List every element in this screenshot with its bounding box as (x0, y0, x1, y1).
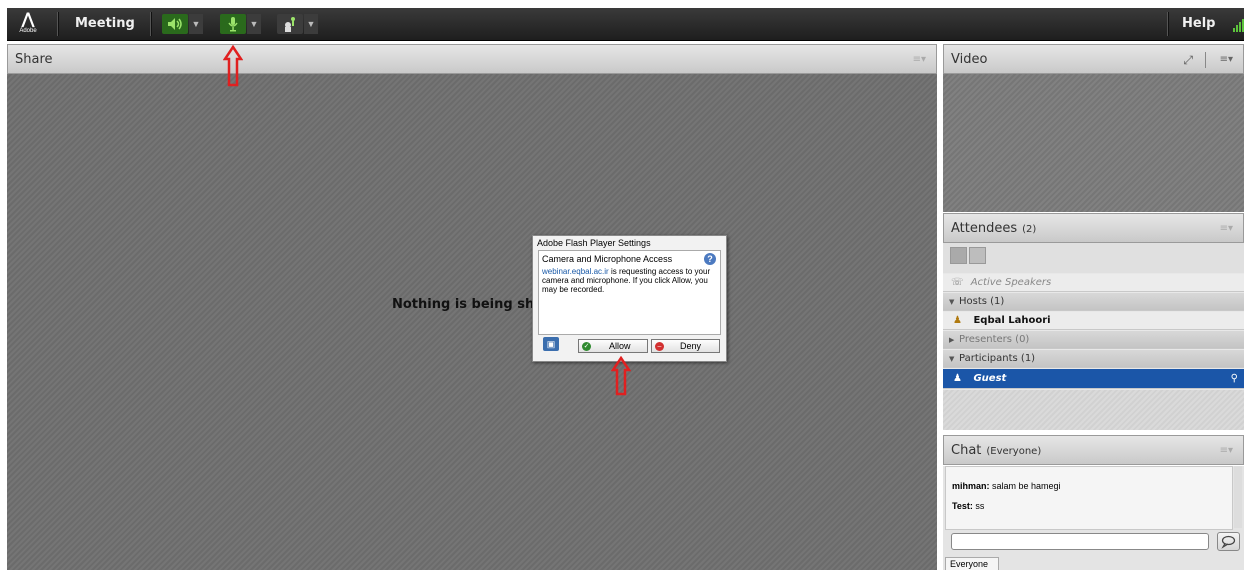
menubar: ⋀ Adobe Meeting ▼ ▼ ▼ Help (7, 8, 1244, 41)
checkmark-icon: ✓ (582, 341, 591, 351)
chat-text: salam be hamegi (989, 481, 1061, 491)
allow-button[interactable]: ✓ Allow (578, 339, 648, 353)
raise-hand-button[interactable] (277, 14, 303, 34)
flash-dialog-content: Camera and Microphone Access ? webinar.e… (538, 250, 721, 335)
attendees-count: (2) (1022, 224, 1037, 235)
adobe-logo: ⋀ Adobe (14, 9, 42, 39)
presenters-group-header[interactable]: ▶ Presenters (0) (943, 331, 1244, 349)
chat-pod-header: Chat (Everyone) ≡▾ (943, 435, 1244, 465)
flash-dialog-message: webinar.eqbal.ac.ir is requesting access… (542, 267, 718, 294)
share-empty-message: Nothing is being sha (392, 297, 543, 312)
share-pod-title: Share (15, 52, 53, 67)
deny-button-label: Deny (680, 341, 702, 351)
video-pod-header: Video ⤢ ≡▾ (943, 44, 1244, 74)
microphone-icon: ⚲ (1230, 373, 1238, 384)
flash-settings-dialog: Adobe Flash Player Settings Camera and M… (532, 235, 727, 362)
share-pod-menu-icon[interactable]: ≡▾ (913, 45, 926, 75)
video-pod-body (943, 74, 1244, 212)
active-speakers-row: ☏ Active Speakers (943, 274, 1244, 292)
header-divider (1205, 52, 1206, 68)
attendee-row-selected[interactable]: ♟ Guest ⚲ (943, 369, 1244, 389)
chat-pod-body: mihman: salam be hamegi Test: ss Everyon… (943, 466, 1244, 570)
allow-button-label: Allow (609, 341, 631, 351)
attendees-pod-body: ☏ Active Speakers ▼ Hosts (1) ♟ Eqbal Lah… (943, 243, 1244, 430)
connection-signal-icon (1233, 19, 1244, 32)
presenters-group-label: Presenters (0) (959, 334, 1030, 345)
flash-settings-icon[interactable]: ▣ (543, 337, 559, 351)
chat-tab-everyone[interactable]: Everyone (945, 557, 999, 570)
attendees-pod-header: Attendees (2) ≡▾ (943, 213, 1244, 243)
expanded-triangle-icon: ▼ (949, 298, 955, 306)
attendees-toolbar (943, 243, 1244, 273)
help-menu[interactable]: Help (1182, 8, 1215, 40)
active-speakers-label: Active Speakers (970, 277, 1052, 288)
microphone-dropdown-chevron-icon[interactable]: ▼ (247, 14, 261, 34)
chat-message-list: mihman: salam be hamegi Test: ss (945, 466, 1233, 530)
chat-message: mihman: salam be hamegi (952, 481, 1061, 491)
speaker-icon (168, 18, 182, 30)
chat-pod-title: Chat (951, 443, 982, 458)
host-name: Eqbal Lahoori (973, 315, 1051, 326)
microphone-toggle-button[interactable] (220, 14, 246, 34)
status-dropdown-chevron-icon[interactable]: ▼ (304, 14, 318, 34)
chat-sender: Test: (952, 501, 973, 511)
video-pod-menu-icon[interactable]: ≡▾ (1220, 45, 1233, 75)
menubar-divider (150, 12, 152, 36)
attendees-empty-area (943, 390, 1244, 430)
meeting-menu[interactable]: Meeting (75, 8, 135, 40)
adobe-logo-text: Adobe (19, 28, 37, 34)
chat-sender: mihman: (952, 481, 990, 491)
speaker-dropdown-chevron-icon[interactable]: ▼ (189, 14, 203, 34)
chat-pod-menu-icon[interactable]: ≡▾ (1220, 436, 1233, 466)
deny-button[interactable]: – Deny (651, 339, 720, 353)
hosts-group-header[interactable]: ▼ Hosts (1) (943, 293, 1244, 311)
participants-group-header[interactable]: ▼ Participants (1) (943, 350, 1244, 368)
expanded-triangle-icon: ▼ (949, 355, 955, 363)
participant-name: Guest (973, 373, 1007, 384)
flash-requesting-domain: webinar.eqbal.ac.ir (542, 267, 609, 276)
video-pod-title: Video (951, 52, 988, 67)
phone-icon: ☏ (951, 277, 964, 288)
menubar-divider (57, 12, 59, 36)
chat-text: ss (972, 501, 985, 511)
chat-scope: (Everyone) (986, 446, 1042, 457)
host-user-icon: ♟ (953, 315, 962, 326)
attendee-row[interactable]: ♟ Eqbal Lahoori (943, 312, 1244, 330)
participant-user-icon: ♟ (953, 373, 962, 384)
hosts-group-label: Hosts (1) (959, 296, 1005, 307)
attendees-pod-menu-icon[interactable]: ≡▾ (1220, 214, 1233, 244)
raise-hand-icon (285, 17, 295, 32)
chat-scrollbar[interactable] (1234, 466, 1242, 528)
speaker-toggle-button[interactable] (162, 14, 188, 34)
help-icon[interactable]: ? (704, 253, 716, 265)
deny-icon: – (655, 341, 664, 351)
microphone-icon (228, 17, 238, 32)
chat-message: Test: ss (952, 501, 984, 511)
fullscreen-icon[interactable]: ⤢ (1183, 45, 1193, 75)
chat-input[interactable] (951, 533, 1209, 550)
share-pod-body (7, 74, 937, 570)
speech-bubble-icon (1221, 535, 1236, 549)
red-up-arrow-icon (611, 356, 631, 396)
share-pod-header: Share ≡▾ (7, 44, 937, 74)
role-view-icon[interactable] (969, 247, 986, 264)
collapsed-triangle-icon: ▶ (949, 336, 955, 344)
list-view-icon[interactable] (950, 247, 967, 264)
menubar-divider (1167, 12, 1169, 36)
flash-dialog-title: Adobe Flash Player Settings (537, 238, 651, 248)
participants-group-label: Participants (1) (959, 353, 1036, 364)
flash-dialog-heading: Camera and Microphone Access (542, 254, 673, 264)
red-up-arrow-icon (223, 45, 243, 87)
attendees-pod-title: Attendees (951, 221, 1018, 236)
send-message-button[interactable] (1217, 532, 1240, 551)
